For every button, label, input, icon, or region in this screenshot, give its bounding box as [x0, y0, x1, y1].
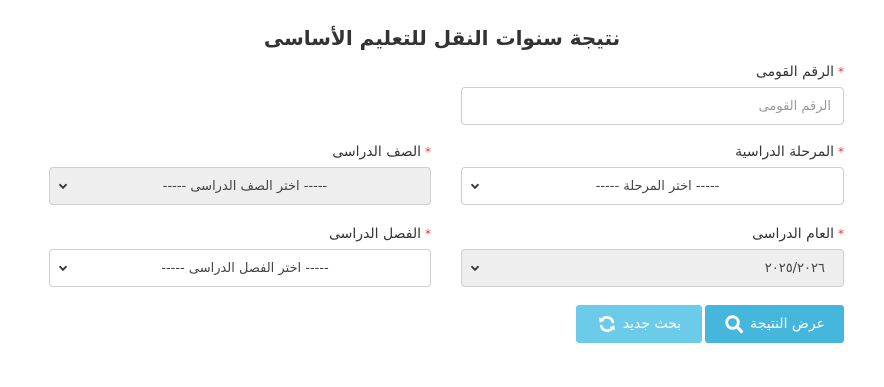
- required-mark: *: [425, 227, 431, 241]
- class-selected-value: ----- اختر الفصل الدراسى -----: [161, 260, 329, 276]
- national-id-field: [461, 87, 844, 125]
- required-mark: *: [425, 145, 431, 159]
- national-id-input[interactable]: [462, 88, 843, 124]
- page-title: نتيجة سنوات النقل للتعليم الأساسى: [263, 26, 621, 50]
- chevron-down-icon: [470, 265, 480, 272]
- chevron-down-icon: [58, 183, 68, 190]
- national-id-label-text: الرقم القومى: [756, 64, 834, 80]
- academic-year-selected-value: ٢٠٢٥/٢٠٢٦: [764, 260, 825, 276]
- required-mark: *: [838, 65, 844, 79]
- new-search-label: بحث جديد: [622, 316, 682, 332]
- class-label-text: الفصل الدراسى: [329, 226, 421, 242]
- class-select[interactable]: ----- اختر الفصل الدراسى -----: [49, 249, 431, 287]
- stage-label: * المرحلة الدراسية: [735, 144, 844, 160]
- search-icon: [725, 315, 744, 334]
- chevron-down-icon: [470, 183, 480, 190]
- stage-label-text: المرحلة الدراسية: [735, 144, 834, 160]
- academic-year-label: * العام الدراسى: [752, 226, 844, 242]
- required-mark: *: [838, 145, 844, 159]
- grade-selected-value: ----- اختر الصف الدراسى -----: [162, 178, 328, 194]
- academic-year-select[interactable]: ٢٠٢٥/٢٠٢٦: [461, 249, 844, 287]
- grade-label-text: الصف الدراسى: [332, 144, 421, 160]
- grade-label: * الصف الدراسى: [332, 144, 431, 160]
- stage-selected-value: ----- اختر المرحلة -----: [595, 178, 720, 194]
- class-label: * الفصل الدراسى: [329, 226, 431, 242]
- national-id-label: * الرقم القومى: [756, 64, 844, 80]
- show-result-button[interactable]: عرض النتيجة: [705, 305, 844, 343]
- stage-select[interactable]: ----- اختر المرحلة -----: [461, 167, 844, 205]
- show-result-label: عرض النتيجة: [750, 316, 825, 332]
- chevron-down-icon: [58, 265, 68, 272]
- required-mark: *: [838, 227, 844, 241]
- grade-select[interactable]: ----- اختر الصف الدراسى -----: [49, 167, 431, 205]
- new-search-button[interactable]: بحث جديد: [576, 305, 702, 343]
- refresh-icon: [599, 316, 615, 332]
- academic-year-label-text: العام الدراسى: [752, 226, 834, 242]
